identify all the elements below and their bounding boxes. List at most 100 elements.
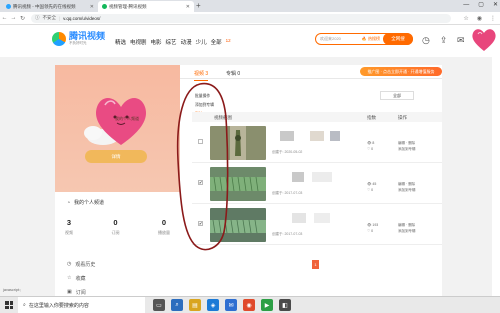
details-button[interactable]: 详情 [85, 150, 147, 163]
sidebar-item-label: 收藏 [75, 275, 86, 282]
search-app-icon[interactable]: ⌕ [171, 299, 183, 311]
row-checkbox[interactable]: ✔ [198, 221, 203, 226]
nav-item-tv[interactable]: 电视剧 [130, 38, 147, 46]
status-url-hint: javascript:; [3, 288, 22, 292]
message-icon[interactable]: ✉ [457, 35, 465, 46]
filter-all-dropdown[interactable]: 全部 [380, 91, 414, 100]
browser-tab-tencent-home[interactable]: 腾讯视频 - 中国领先的在线视频 ✕ [2, 1, 98, 12]
sidebar-item-history[interactable]: ◷ 观看历史 [67, 257, 95, 271]
add-to-album-link[interactable]: 添加到专辑 [398, 228, 416, 234]
site-search: 欢迎来2020 🔥 热搜榜 全网搜 [315, 33, 413, 45]
profile-banner: 我的个人频道 详情 [55, 65, 180, 192]
channel-stats: 3 视频 0 订阅 0 播放量 [65, 218, 170, 236]
menu-icon[interactable]: ⋮ [490, 15, 496, 22]
row-actions: 编辑 · 删除 添加到专辑 [398, 222, 416, 234]
tab-videos[interactable]: 视频 3 [194, 70, 209, 81]
promo-banner[interactable]: 推广图 · 点击立即开通 · 开通增值服务 [360, 67, 442, 76]
info-icon[interactable]: ⓘ [35, 15, 40, 21]
close-tab-icon[interactable]: ✕ [90, 4, 94, 10]
column-ops: 操作 [398, 115, 407, 120]
star-icon[interactable]: ☆ [463, 15, 468, 22]
file-explorer-icon[interactable]: ▤ [189, 299, 201, 311]
add-to-album-link[interactable]: 添加到专辑 [195, 101, 214, 110]
batch-operate-link[interactable]: 批量操作 [195, 92, 214, 101]
sidebar-menu: ◷ 观看历史 ☆ 收藏 ▣ 订阅 [67, 257, 95, 299]
tencent-video-favicon-icon [6, 4, 11, 9]
like-count: ♡ 0 [367, 229, 374, 233]
stat-subscriptions[interactable]: 0 订阅 [112, 218, 120, 236]
video-thumbnail[interactable] [210, 126, 266, 160]
stat-videos[interactable]: 3 视频 [65, 218, 73, 236]
minimize-button[interactable]: — [463, 0, 469, 11]
app-icon[interactable]: ◧ [279, 299, 291, 311]
taskbar-search-placeholder: 在这里输入你要搜索的内容 [28, 302, 89, 309]
search-button[interactable]: 全网搜 [383, 33, 413, 45]
search-icon: ⌕ [23, 302, 26, 308]
video-thumbnail[interactable] [210, 208, 266, 242]
stat-label: 播放量 [158, 230, 170, 235]
mail-icon[interactable]: ✉ [225, 299, 237, 311]
video-thumbnail[interactable] [210, 167, 266, 201]
tencent-video-logo[interactable]: 腾讯视频 不负好时光 [52, 32, 105, 46]
video-table-header: 视频截图 指数 操作 [192, 112, 442, 122]
stat-value: 0 [113, 218, 118, 227]
close-tab-icon[interactable]: ✕ [186, 4, 190, 10]
stat-plays[interactable]: 0 播放量 [158, 218, 170, 236]
clock-icon: ◷ [67, 261, 72, 267]
my-channel-link[interactable]: ◔ 我的个人频道 [67, 199, 104, 207]
tencent-video-favicon-icon [102, 4, 107, 9]
add-to-album-link[interactable]: 添加到专辑 [398, 146, 416, 152]
reload-icon[interactable]: ↻ [18, 15, 27, 22]
sidebar-item-favorites[interactable]: ☆ 收藏 [67, 271, 95, 285]
nav-item-movie[interactable]: 电影 [151, 38, 162, 46]
row-actions: 编辑 · 删除 添加到专辑 [398, 181, 416, 193]
maximize-button[interactable]: ▢ [478, 0, 484, 11]
window-controls: — ▢ ✕ [463, 0, 498, 11]
nav-item-anime[interactable]: 动漫 [181, 38, 192, 46]
separator: | [59, 15, 61, 21]
windows-start-button[interactable] [0, 297, 18, 313]
history-clock-icon[interactable]: ◷ [422, 35, 430, 46]
taskbar-search-box[interactable]: ⌕ 在这里输入你要搜索的内容 [18, 296, 145, 313]
forward-arrow-icon[interactable]: → [9, 15, 18, 21]
add-to-album-link[interactable]: 添加到专辑 [398, 187, 416, 193]
stat-label: 订阅 [111, 230, 120, 235]
address-bar[interactable]: ⓘ 不安全 | v.qq.com/u/videos/ [31, 13, 451, 23]
browser-actions: ☆ ◉ ⋮ [463, 15, 496, 22]
nav-item-kids[interactable]: 少儿 [196, 38, 207, 46]
store-icon[interactable]: ◈ [207, 299, 219, 311]
url-text[interactable]: v.qq.com/u/videos/ [63, 16, 100, 21]
browser-tab-video-manage[interactable]: 视频管理-腾讯视频 ✕ [98, 1, 194, 12]
chrome-icon[interactable]: ◉ [243, 299, 255, 311]
row-checkbox[interactable] [198, 139, 203, 144]
tab-albums[interactable]: 专辑 0 [226, 70, 240, 77]
user-avatar[interactable] [470, 27, 498, 53]
column-video: 视频截图 [214, 115, 232, 120]
nav-item-featured[interactable]: 精选 [115, 38, 126, 46]
search-input[interactable]: 欢迎来2020 [316, 36, 362, 42]
right-edge-strip [492, 57, 500, 297]
plus-icon[interactable]: + [196, 1, 201, 10]
like-count: ♡ 0 [367, 147, 374, 151]
sidebar-item-label: 观看历史 [75, 261, 96, 268]
blurred-title [292, 172, 304, 182]
created-date: 创建于: 2017-07-03 [272, 191, 303, 195]
table-row: ✔ 创建于: 2017-07-03 👁 45 ♡ 0 编辑 · 删除 添加到专辑 [192, 164, 442, 204]
created-date: 创建于: 2020-05-02 [272, 150, 303, 154]
video-stats: 👁 193 ♡ 0 [367, 222, 378, 234]
tab-title: 视频管理-腾讯视频 [109, 3, 147, 9]
hot-search-link[interactable]: 🔥 热搜榜 [362, 36, 383, 42]
app-icon[interactable]: ▶ [261, 299, 273, 311]
row-checkbox[interactable]: ✔ [198, 180, 203, 185]
back-arrow-icon[interactable]: ← [0, 15, 9, 21]
task-view-icon[interactable]: ▭ [153, 299, 165, 311]
close-window-button[interactable]: ✕ [493, 0, 498, 11]
pagination-page-1[interactable]: 1 [312, 260, 319, 269]
nav-item-all[interactable]: 全部 [211, 38, 222, 46]
nav-item-variety[interactable]: 综艺 [166, 38, 177, 46]
video-stats: 👁 45 ♡ 0 [367, 181, 376, 193]
upload-icon[interactable]: ⇪ [440, 35, 448, 46]
account-icon[interactable]: ◉ [477, 15, 482, 22]
content-tabs: 视频 3 专辑 0 推广图 · 点击立即开通 · 开通增值服务 [180, 65, 442, 81]
windows-taskbar: ⌕ 在这里输入你要搜索的内容 ▭ ⌕ ▤ ◈ ✉ ◉ ▶ ◧ [0, 296, 500, 313]
